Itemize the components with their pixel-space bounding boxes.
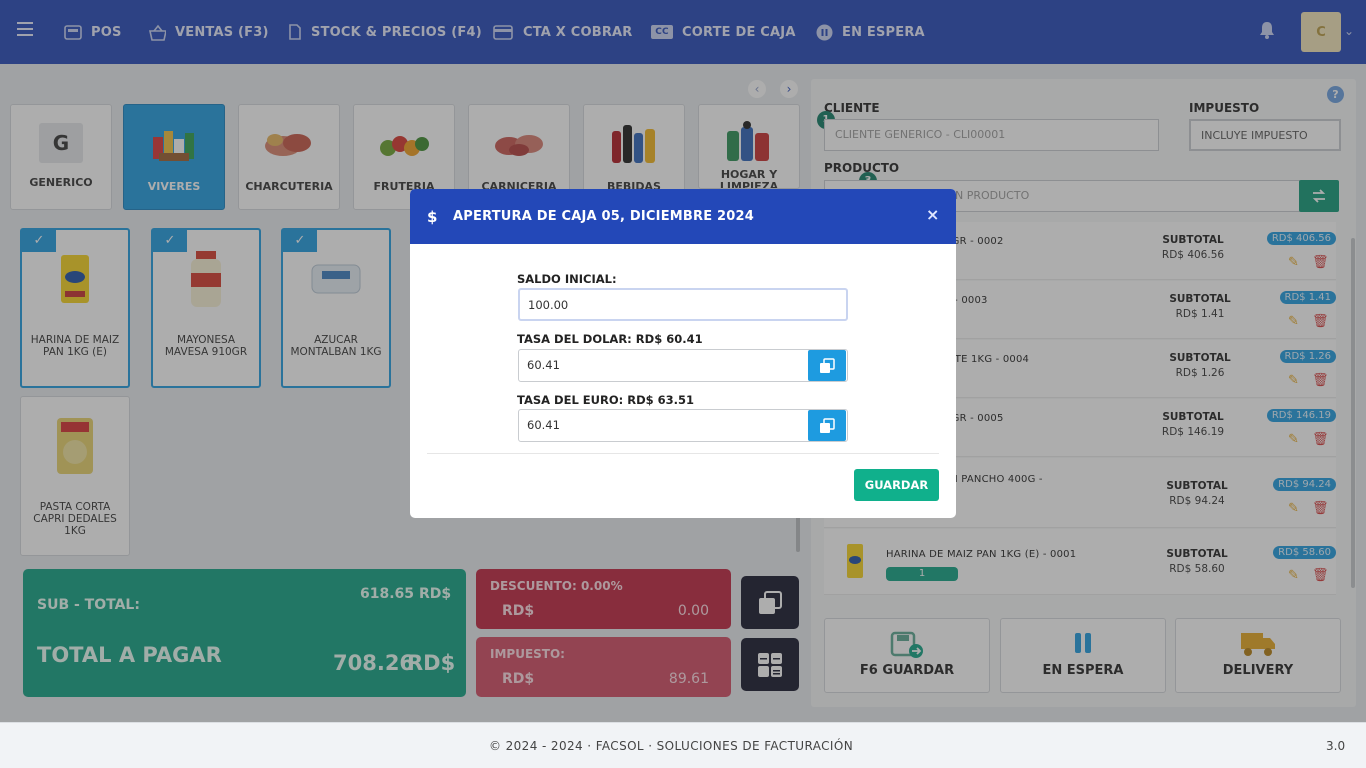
saldo-inicial-input[interactable]: 100.00	[518, 288, 848, 321]
dollar-icon: $	[427, 208, 438, 226]
modal-header: $ APERTURA DE CAJA 05, DICIEMBRE 2024 ×	[410, 189, 956, 244]
tasa-euro-label: TASA DEL EURO: RD$ 63.51	[517, 393, 694, 407]
modal-divider	[427, 453, 939, 454]
footer: © 2024 - 2024 · FACSOL · SOLUCIONES DE F…	[0, 722, 1366, 768]
copy-icon	[820, 417, 835, 433]
tasa-euro-text: TASA DEL EURO:	[517, 393, 624, 407]
tasa-dolar-input[interactable]: 60.41	[518, 349, 848, 382]
close-icon[interactable]: ×	[926, 205, 939, 224]
tasa-euro-input[interactable]: 60.41	[518, 409, 848, 442]
tasa-euro-rate: RD$ 63.51	[627, 393, 695, 407]
tasa-dolar-label: TASA DEL DOLAR: RD$ 60.41	[517, 332, 703, 346]
footer-version: 3.0	[1326, 739, 1346, 753]
cash-opening-modal: $ APERTURA DE CAJA 05, DICIEMBRE 2024 × …	[410, 189, 956, 518]
guardar-button[interactable]: GUARDAR	[854, 469, 939, 501]
copy-dolar-button[interactable]	[808, 350, 846, 381]
copy-icon	[820, 357, 835, 373]
copy-euro-button[interactable]	[808, 410, 846, 441]
saldo-inicial-label: SALDO INICIAL:	[517, 272, 617, 286]
tasa-dolar-rate: RD$ 60.41	[635, 332, 703, 346]
tasa-dolar-text: TASA DEL DOLAR:	[517, 332, 632, 346]
footer-copyright: © 2024 - 2024 · FACSOL · SOLUCIONES DE F…	[489, 739, 854, 753]
modal-title: APERTURA DE CAJA 05, DICIEMBRE 2024	[453, 209, 755, 224]
